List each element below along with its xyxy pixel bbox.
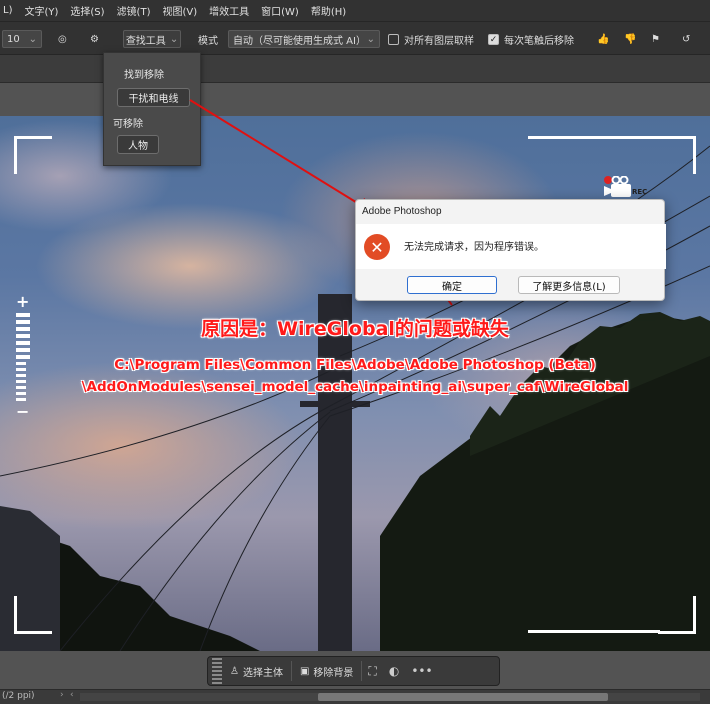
scrollbar-thumb[interactable] (318, 693, 608, 701)
path-annotation-line2: \AddOnModules\sensei_model_cache\inpaint… (81, 379, 629, 395)
learn-more-button[interactable]: 了解更多信息(L) (518, 276, 620, 294)
error-message: 无法完成请求，因为程序错误。 (404, 242, 544, 253)
remove-background-label: 移除背景 (313, 667, 354, 679)
error-icon: ✕ (364, 234, 390, 260)
status-bar: (/2 ppi) › ‹ (0, 689, 710, 704)
status-arrow-icon[interactable]: › (60, 690, 64, 700)
select-subject-button[interactable]: ♙ 选择主体 (222, 664, 291, 679)
person-icon: ♙ (230, 665, 239, 677)
dialog-body: ✕ 无法完成请求，因为程序错误。 (356, 224, 666, 269)
contextual-task-bar: ♙ 选择主体 ▣ 移除背景 ⛶ ◐ ••• (207, 656, 500, 686)
image-icon: ▣ (299, 665, 310, 677)
remove-background-button[interactable]: ▣ 移除背景 (292, 664, 361, 679)
adjustment-icon[interactable]: ◐ (383, 664, 405, 678)
ok-button[interactable]: 确定 (407, 276, 497, 294)
transform-icon[interactable]: ⛶ (362, 664, 382, 679)
annotation-arrows (189, 99, 453, 306)
select-subject-label: 选择主体 (242, 667, 283, 679)
drag-handle[interactable] (212, 658, 222, 684)
dialog-title: Adobe Photoshop (362, 206, 442, 217)
cause-annotation: 原因是：WireGlobal的问题或缺失 (201, 318, 509, 340)
more-icon[interactable]: ••• (405, 664, 438, 678)
path-annotation-line1: C:\Program Files\Common Files\Adobe\Adob… (114, 357, 596, 373)
error-dialog: Adobe Photoshop ✕ 无法完成请求，因为程序错误。 确定 了解更多… (355, 199, 666, 301)
document-info: (/2 ppi) (2, 691, 35, 701)
scroll-left-icon[interactable]: ‹ (70, 690, 74, 700)
